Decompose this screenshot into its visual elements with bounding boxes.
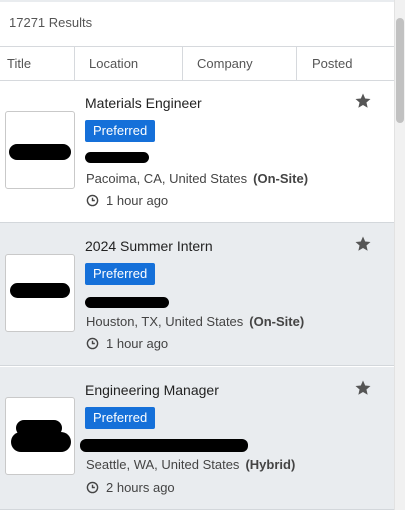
posted-text: 1 hour ago	[106, 336, 169, 351]
clock-icon	[86, 194, 99, 207]
results-count-label: Results	[48, 15, 93, 30]
posted-text: 1 hour ago	[106, 193, 169, 208]
scrollbar[interactable]	[394, 0, 405, 510]
clock-icon	[86, 337, 99, 350]
job-card[interactable]: 2024 Summer Intern Preferred Houston, TX…	[0, 223, 394, 366]
results-count-number: 17271	[9, 15, 46, 30]
company-name-redacted	[80, 439, 248, 452]
preferred-badge: Preferred	[85, 120, 156, 142]
location-text: Seattle, WA, United States	[86, 457, 240, 472]
scrollbar-thumb[interactable]	[396, 18, 404, 123]
posted-time: 2 hours ago	[86, 480, 175, 495]
results-count: 17271 Results	[9, 15, 92, 30]
job-title[interactable]: Materials Engineer	[85, 95, 202, 111]
company-logo	[5, 111, 75, 189]
star-icon[interactable]	[354, 92, 372, 110]
posted-text: 2 hours ago	[106, 480, 175, 495]
location-text: Pacoima, CA, United States	[86, 171, 248, 186]
column-location[interactable]: Location	[75, 47, 183, 80]
job-location: Seattle, WA, United States (Hybrid)	[86, 457, 295, 472]
preferred-badge: Preferred	[85, 263, 156, 285]
company-name-redacted	[85, 152, 149, 163]
company-logo	[5, 254, 75, 332]
posted-time: 1 hour ago	[86, 336, 168, 351]
logo-redaction	[9, 144, 71, 160]
company-name-redacted	[85, 297, 169, 308]
logo-redaction	[10, 283, 70, 298]
column-title[interactable]: Title	[0, 47, 75, 80]
job-title[interactable]: 2024 Summer Intern	[85, 238, 213, 254]
location-text: Houston, TX, United States	[86, 314, 244, 329]
logo-redaction	[11, 432, 71, 452]
work-type: (On-Site)	[249, 314, 305, 329]
column-header-bar: Title Location Company Posted	[0, 46, 394, 81]
column-posted[interactable]: Posted	[297, 47, 394, 80]
job-location: Pacoima, CA, United States (On-Site)	[86, 171, 308, 186]
job-title[interactable]: Engineering Manager	[85, 382, 219, 398]
posted-time: 1 hour ago	[86, 193, 168, 208]
star-icon[interactable]	[354, 379, 372, 397]
preferred-badge: Preferred	[85, 407, 156, 429]
column-company[interactable]: Company	[183, 47, 297, 80]
job-card[interactable]: Materials Engineer Preferred Pacoima, CA…	[0, 80, 394, 223]
top-divider	[0, 0, 395, 2]
work-type: (Hybrid)	[245, 457, 296, 472]
star-icon[interactable]	[354, 235, 372, 253]
job-location: Houston, TX, United States (On-Site)	[86, 314, 304, 329]
company-logo	[5, 397, 75, 475]
job-card[interactable]: Engineering Manager Preferred Seattle, W…	[0, 367, 394, 510]
clock-icon	[86, 481, 99, 494]
work-type: (On-Site)	[253, 171, 309, 186]
